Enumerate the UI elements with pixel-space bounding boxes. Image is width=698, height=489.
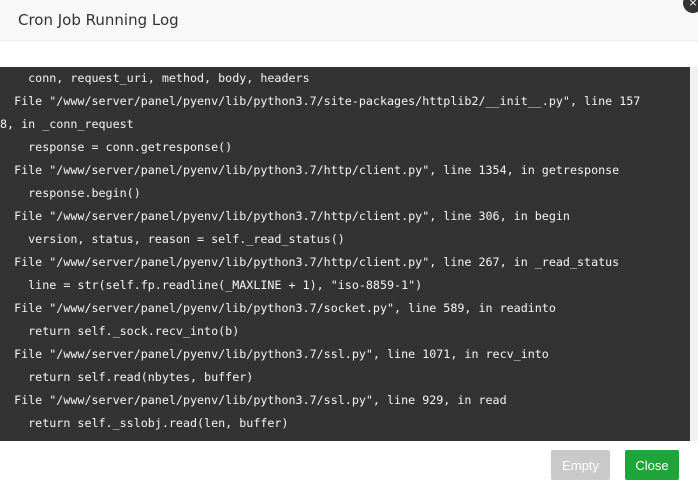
log-line: return self._sslobj.read(len, buffer) [0,416,289,430]
dialog-footer: Empty Close [0,441,698,489]
log-line: response.begin() [0,186,141,200]
log-line: conn, request_uri, method, body, headers [0,71,310,85]
log-output-panel[interactable]: conn, request_uri, method, body, headers… [0,67,690,441]
log-line: File "/www/server/panel/pyenv/lib/python… [0,94,641,108]
log-line: return self._sock.recv_into(b) [0,324,240,338]
log-line: version, status, reason = self._read_sta… [0,232,345,246]
close-button[interactable]: Close [625,450,679,480]
log-line: File "/www/server/panel/pyenv/lib/python… [0,347,549,361]
log-line: File "/www/server/panel/pyenv/lib/python… [0,209,570,223]
cron-log-dialog: Cron Job Running Log × conn, request_uri… [0,0,698,489]
log-line: File "/www/server/panel/pyenv/lib/python… [0,301,556,315]
dialog-title: Cron Job Running Log [18,11,179,29]
log-scrollbar[interactable] [690,67,698,441]
log-line: response = conn.getresponse() [0,140,233,154]
log-line: File "/www/server/panel/pyenv/lib/python… [0,163,620,177]
dialog-title-bar: Cron Job Running Log [0,0,698,41]
empty-button[interactable]: Empty [551,450,610,480]
log-line: 8, in _conn_request [0,117,134,131]
log-line: return self.read(nbytes, buffer) [0,370,254,384]
log-line: File "/www/server/panel/pyenv/lib/python… [0,255,620,269]
log-line: File "/www/server/panel/pyenv/lib/python… [0,393,507,407]
log-line: line = str(self.fp.readline(_MAXLINE + 1… [0,278,423,292]
